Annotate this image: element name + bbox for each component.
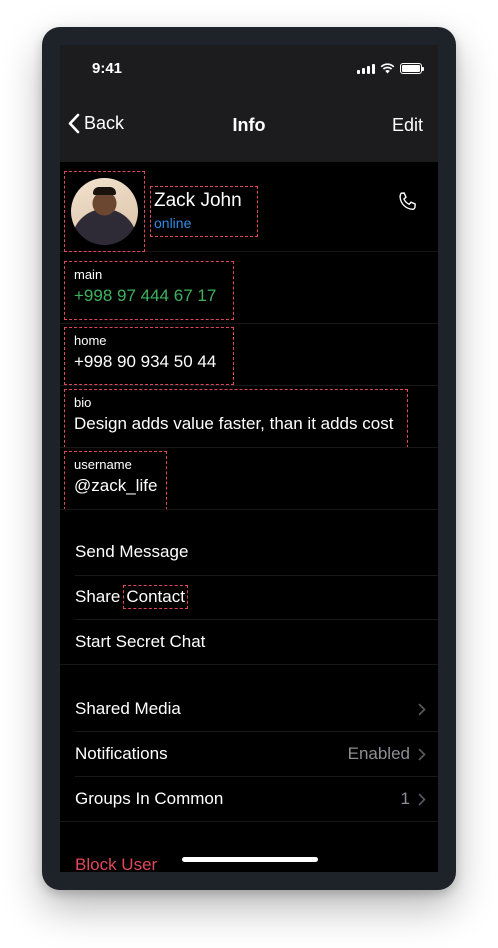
chevron-right-icon bbox=[418, 793, 426, 805]
groups-in-common-row[interactable]: Groups In Common 1 bbox=[60, 777, 438, 821]
bio-label: bio bbox=[74, 395, 92, 410]
send-message-button[interactable]: Send Message bbox=[60, 530, 438, 574]
notifications-value: Enabled bbox=[347, 744, 410, 763]
phone-icon[interactable] bbox=[396, 190, 420, 214]
chevron-right-icon bbox=[418, 703, 426, 715]
contact-label: Contact bbox=[123, 585, 188, 609]
avatar-container[interactable] bbox=[64, 171, 145, 252]
share-contact-button[interactable]: Share Contact bbox=[60, 575, 438, 619]
bio-value: Design adds value faster, than it adds c… bbox=[74, 414, 394, 433]
start-secret-chat-button[interactable]: Start Secret Chat bbox=[60, 620, 438, 664]
groups-count: 1 bbox=[400, 789, 410, 808]
status-icons bbox=[357, 63, 424, 74]
phone-frame: 9:41 Back Info Edit Zack John online mai… bbox=[42, 27, 456, 890]
battery-icon bbox=[400, 63, 424, 74]
secret-chat-label: Start Secret Chat bbox=[75, 632, 206, 651]
contact-name: Zack John bbox=[154, 190, 242, 211]
screen: 9:41 Back Info Edit Zack John online mai… bbox=[60, 45, 438, 872]
main-phone-value: +998 97 444 67 17 bbox=[74, 286, 217, 305]
online-status: online bbox=[154, 215, 192, 231]
username-value: @zack_life bbox=[74, 476, 158, 495]
main-phone-field[interactable]: main +998 97 444 67 17 bbox=[64, 261, 234, 320]
groups-label: Groups In Common bbox=[75, 789, 224, 808]
shared-media-label: Shared Media bbox=[75, 699, 181, 718]
divider bbox=[60, 821, 438, 822]
chevron-left-icon bbox=[68, 113, 80, 134]
main-phone-label: main bbox=[74, 267, 103, 282]
divider bbox=[60, 323, 438, 324]
username-label: username bbox=[74, 457, 132, 472]
bio-field: bio Design adds value faster, than it ad… bbox=[64, 389, 408, 448]
back-label: Back bbox=[84, 113, 125, 133]
wifi-icon bbox=[380, 63, 395, 74]
share-label: Share bbox=[75, 587, 121, 606]
profile-section: Zack John online bbox=[60, 162, 438, 252]
back-button[interactable]: Back bbox=[68, 113, 124, 134]
chevron-right-icon bbox=[418, 748, 426, 760]
home-phone-value: +998 90 934 50 44 bbox=[74, 352, 217, 371]
profile-info: Zack John online bbox=[150, 186, 258, 237]
username-field[interactable]: username @zack_life bbox=[64, 451, 167, 510]
status-time: 9:41 bbox=[92, 60, 123, 77]
notifications-row[interactable]: Notifications Enabled bbox=[60, 732, 438, 776]
send-message-label: Send Message bbox=[75, 542, 189, 561]
block-user-label: Block User bbox=[75, 855, 158, 872]
divider bbox=[60, 509, 438, 510]
avatar bbox=[71, 178, 138, 245]
cellular-signal-icon bbox=[357, 63, 375, 74]
home-indicator bbox=[182, 857, 318, 862]
divider bbox=[60, 664, 438, 665]
notifications-label: Notifications bbox=[75, 744, 168, 763]
divider bbox=[60, 385, 438, 386]
divider bbox=[60, 447, 438, 448]
edit-button[interactable]: Edit bbox=[392, 115, 423, 136]
home-phone-field[interactable]: home +998 90 934 50 44 bbox=[64, 327, 234, 385]
shared-media-row[interactable]: Shared Media bbox=[60, 687, 438, 731]
home-phone-label: home bbox=[74, 333, 107, 348]
top-bar: 9:41 Back Info Edit bbox=[60, 45, 438, 162]
